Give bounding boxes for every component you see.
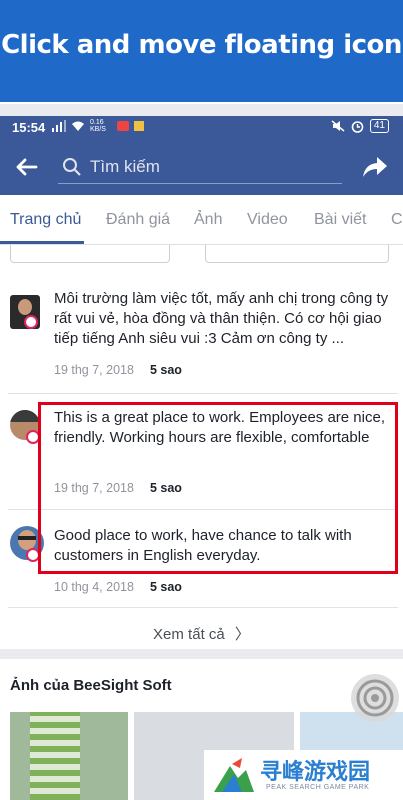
- banner-title: Click and move floating icon: [1, 30, 402, 60]
- app-bar: Tìm kiếm: [0, 140, 403, 195]
- tab-bar: Trang chủ Đánh giá Ảnh Video Bài viết C: [0, 195, 403, 245]
- review-date: 19 thg 7, 2018: [54, 363, 134, 377]
- status-bar: 15:54 0.16 KB/S 41: [0, 116, 403, 140]
- tab-home[interactable]: Trang chủ: [10, 211, 81, 229]
- partial-button-right[interactable]: [205, 245, 389, 263]
- highlight-box: [38, 402, 398, 574]
- status-time: 15:54: [12, 120, 46, 135]
- watermark: 寻峰游戏园 PEAK SEARCH GAME PARK: [204, 750, 403, 800]
- partial-button-left[interactable]: [10, 245, 170, 263]
- verified-badge-icon: [24, 315, 38, 329]
- back-arrow-icon[interactable]: [12, 152, 42, 182]
- review-meta: 10 thg 4, 2018 5 sao: [54, 580, 182, 594]
- photo-thumbnail[interactable]: [10, 712, 128, 800]
- status-icons-right: 41: [331, 119, 389, 133]
- see-all-label: Xem tất cả: [153, 626, 225, 643]
- mute-icon: [331, 120, 345, 132]
- status-icons-left: 0.16 KB/S: [52, 119, 144, 133]
- instruction-banner: Click and move floating icon: [0, 0, 403, 102]
- floating-assistive-icon[interactable]: [350, 673, 400, 723]
- review-rating: 5 sao: [149, 580, 182, 594]
- tab-reviews[interactable]: Đánh giá: [106, 211, 170, 229]
- chevron-right-icon: 〉: [234, 626, 250, 643]
- active-tab-indicator: [0, 241, 84, 244]
- review-rating: 5 sao: [149, 363, 182, 377]
- notification-app-icon: [117, 121, 129, 131]
- tab-photos[interactable]: Ảnh: [194, 211, 222, 229]
- watermark-text: 寻峰游戏园: [260, 760, 371, 785]
- search-input[interactable]: Tìm kiếm: [58, 152, 342, 184]
- alarm-icon: [351, 120, 364, 133]
- review-date: 10 thg 4, 2018: [54, 580, 134, 594]
- watermark-subtext: PEAK SEARCH GAME PARK: [266, 784, 370, 791]
- network-speed: 0.16 KB/S: [90, 119, 106, 133]
- divider: [8, 607, 398, 608]
- see-all-link[interactable]: Xem tất cả 〉: [0, 623, 403, 644]
- watermark-logo: [214, 758, 254, 792]
- tab-more[interactable]: C: [391, 211, 403, 229]
- review-meta: 19 thg 7, 2018 5 sao: [54, 363, 182, 377]
- battery-indicator: 41: [369, 119, 389, 133]
- signal-icon: [52, 120, 66, 132]
- tab-posts[interactable]: Bài viết: [314, 211, 366, 229]
- search-placeholder: Tìm kiếm: [90, 157, 160, 176]
- divider: [8, 393, 398, 394]
- page-content: Môi trường làm việc tốt, mấy anh chị tro…: [0, 245, 403, 800]
- phone-screen: 15:54 0.16 KB/S 41 Tìm kiếm Trang chủ Đá…: [0, 102, 403, 800]
- notification-gallery-icon: [134, 121, 144, 131]
- tab-videos[interactable]: Video: [247, 211, 288, 229]
- wifi-icon: [72, 121, 84, 131]
- search-icon: [63, 158, 81, 176]
- share-icon[interactable]: [359, 152, 389, 182]
- photos-title: Ảnh của BeeSight Soft: [10, 677, 172, 694]
- review-text: Môi trường làm việc tốt, mấy anh chị tro…: [54, 290, 389, 347]
